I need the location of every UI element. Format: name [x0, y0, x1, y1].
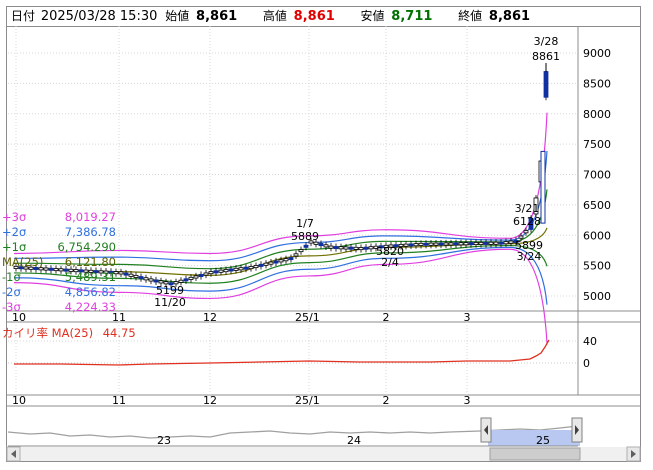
legend-label: +2σ: [2, 225, 27, 239]
overview-right-handle[interactable]: [571, 417, 583, 443]
legend-row: MA(25) 6,121.80: [2, 255, 116, 270]
annotation-price: 5889: [291, 230, 319, 243]
price-tick: 6000: [583, 229, 611, 242]
date-tick: 2: [383, 311, 390, 324]
annotation-price: 5820: [376, 245, 404, 258]
date-tick: 10: [12, 394, 26, 407]
date-tick: 11: [112, 394, 126, 407]
date-tick: 2: [383, 394, 390, 407]
legend-row: +3σ 8,019.27: [2, 210, 116, 225]
price-tick: 6500: [583, 199, 611, 212]
legend-label: +3σ: [2, 210, 27, 224]
kairi-line: [14, 339, 550, 366]
price-tick: 5500: [583, 260, 611, 273]
overview-year-23: 23: [157, 434, 171, 447]
annotation-date: 3/28: [534, 35, 559, 48]
indicator-label: カイリ率 MA(25) 44.75: [2, 325, 136, 341]
overview-year-25: 25: [536, 434, 550, 447]
overview-selection[interactable]: [488, 430, 580, 446]
date-axis-lower: 10 11 12 25/1 2 3: [12, 394, 471, 407]
legend-label: -2σ: [2, 285, 21, 299]
indicator-tick-40: 40: [583, 335, 597, 348]
indicator-tick-0: 0: [583, 357, 590, 370]
price-tick: 9000: [583, 47, 611, 60]
legend-value: 8,019.27: [64, 210, 116, 224]
price-tick: 5000: [583, 290, 611, 303]
scroll-thumb[interactable]: [489, 447, 581, 461]
date-tick: 25/1: [295, 311, 320, 324]
date-tick: 12: [203, 311, 217, 324]
price-axis: 9000 8500 8000 7500 7000 6500 6000 5500 5000: [583, 47, 611, 303]
legend-value: 7,386.78: [64, 225, 116, 239]
indicator-value: 44.75: [102, 326, 136, 340]
overview-year-24: 24: [347, 434, 361, 447]
annotation-price: 8861: [532, 50, 560, 63]
annotation-date: 1/7: [296, 217, 314, 230]
legend-row: +1σ 6,754.290: [2, 240, 116, 255]
annotation-price: 5899: [515, 239, 543, 252]
legend-value: 6,121.80: [64, 255, 116, 269]
price-tick: 8500: [583, 77, 611, 90]
date-tick: 25/1: [295, 394, 320, 407]
legend-row: -2σ 4,856.82: [2, 285, 116, 300]
indicator-name: カイリ率 MA(25): [2, 326, 94, 340]
date-tick: 3: [464, 394, 471, 407]
date-tick: 12: [203, 394, 217, 407]
legend-row: -3σ 4,224.33: [2, 300, 116, 315]
legend-label: MA(25): [2, 255, 44, 269]
legend-row: +2σ 7,386.78: [2, 225, 116, 240]
price-tick: 7500: [583, 138, 611, 151]
price-tick: 7000: [583, 169, 611, 182]
annotation-price: 6128: [513, 215, 541, 228]
annotation-date: 11/20: [154, 296, 186, 309]
legend-label: -3σ: [2, 300, 21, 314]
legend-label: +1σ: [2, 240, 27, 254]
legend-value: 6,754.290: [57, 240, 116, 254]
horizontal-scrollbar[interactable]: [6, 446, 641, 462]
price-tick: 8000: [583, 108, 611, 121]
bollinger-legend: +3σ 8,019.27 +2σ 7,386.78 +1σ 6,754.290 MA(25)…: [2, 210, 116, 315]
legend-value: 4,224.33: [64, 300, 116, 314]
legend-value: 5,489.31: [64, 270, 116, 284]
date-tick: 3: [464, 311, 471, 324]
legend-label: -1σ: [2, 270, 21, 284]
annotation-price: 5199: [156, 284, 184, 297]
overview-left-handle[interactable]: [480, 417, 492, 443]
legend-value: 4,856.82: [64, 285, 116, 299]
legend-row: -1σ 5,489.31: [2, 270, 116, 285]
annotation-date: 3/21: [515, 202, 540, 215]
